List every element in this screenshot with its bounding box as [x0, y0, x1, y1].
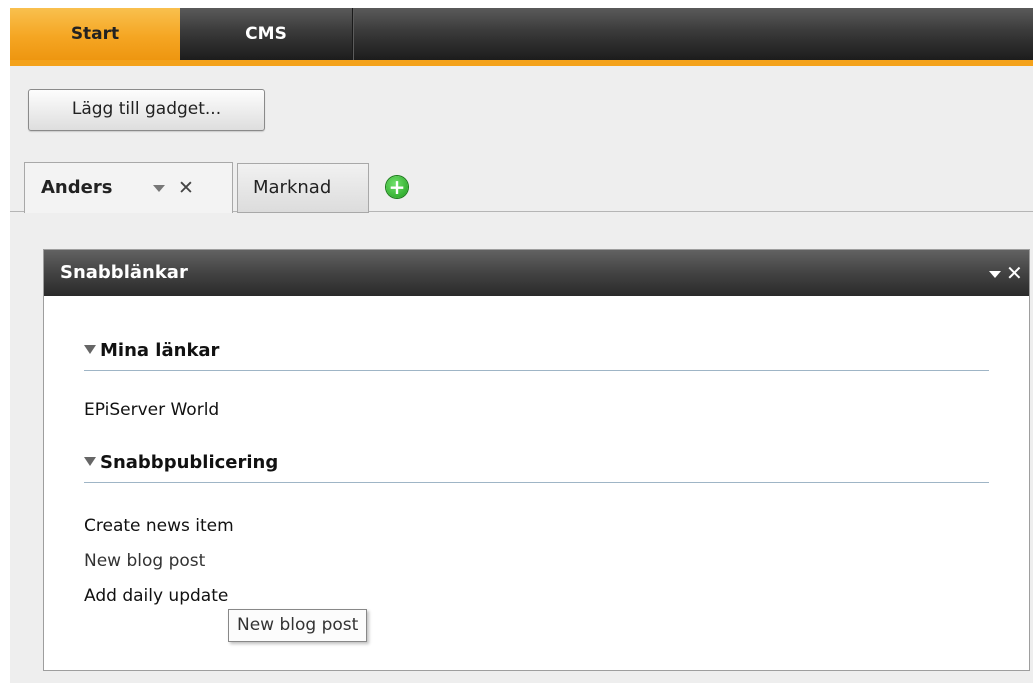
section-title: Mina länkar [100, 340, 220, 361]
section-header-mina-lankar[interactable]: Mina länkar [84, 340, 989, 371]
top-navigation: Start CMS [10, 8, 1033, 66]
collapse-triangle-icon [84, 345, 96, 354]
close-icon[interactable]: ✕ [1006, 250, 1023, 296]
dashboard-tab-label: Marknad [253, 177, 332, 198]
gadget-title: Snabblänkar [60, 262, 188, 283]
section-header-snabbpublicering[interactable]: Snabbpublicering [84, 452, 989, 483]
chevron-down-icon[interactable] [153, 185, 165, 192]
tab-cms[interactable]: CMS [180, 8, 353, 60]
tab-start[interactable]: Start [10, 8, 180, 60]
collapse-triangle-icon [84, 457, 96, 466]
plus-circle-icon[interactable]: + [386, 176, 408, 198]
gadget-header: Snabblänkar ✕ [44, 250, 1029, 296]
link-episerver-world[interactable]: EPiServer World [84, 400, 219, 420]
dashboard-tab-marknad[interactable]: Marknad [237, 163, 369, 213]
link-new-blog-post[interactable]: New blog post [84, 551, 205, 571]
app-frame: Start CMS Lägg till gadget... Anders ✕ M… [10, 8, 1033, 683]
dashboard-tab-label: Anders [41, 177, 113, 198]
close-icon[interactable]: ✕ [178, 163, 194, 213]
section-title: Snabbpublicering [100, 452, 279, 473]
gadget-snabblankar: Snabblänkar ✕ Mina länkar EPiServer Worl… [43, 249, 1030, 671]
tooltip: New blog post [228, 609, 368, 642]
dashboard-tab-anders[interactable]: Anders ✕ [24, 162, 233, 213]
link-create-news-item[interactable]: Create news item [84, 516, 234, 536]
chevron-down-icon[interactable] [989, 271, 1001, 278]
add-gadget-button[interactable]: Lägg till gadget... [28, 89, 265, 131]
link-add-daily-update[interactable]: Add daily update [84, 586, 228, 606]
